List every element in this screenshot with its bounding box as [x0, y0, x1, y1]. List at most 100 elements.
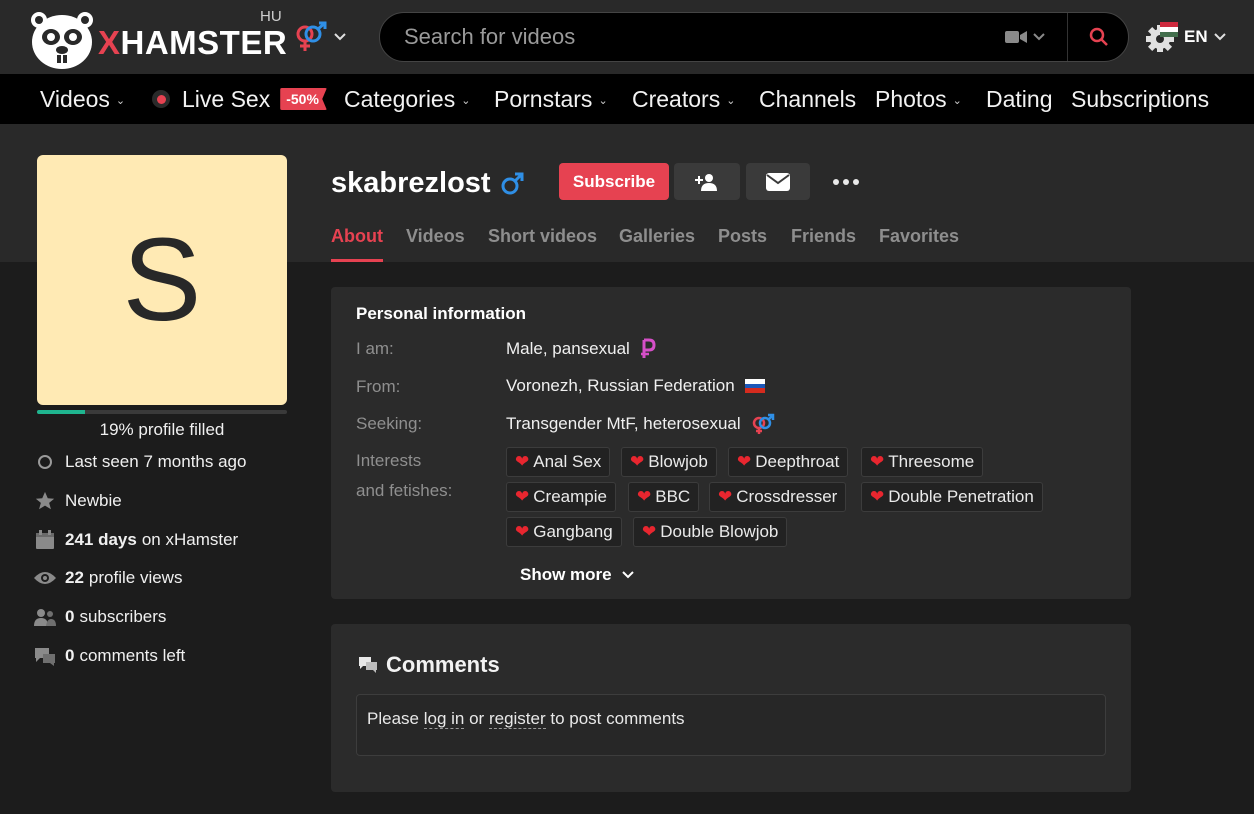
- heart-icon: ❤: [718, 487, 733, 506]
- tab-posts[interactable]: Posts: [718, 226, 767, 262]
- heart-icon: ❤: [870, 487, 885, 506]
- search-button[interactable]: [1080, 19, 1118, 55]
- add-user-icon: [695, 173, 717, 191]
- avatar-letter: S: [122, 214, 202, 346]
- heart-icon: ❤: [515, 452, 530, 471]
- chevron-down-icon: ⌄: [115, 95, 126, 107]
- seeking-value: Transgender MtF, heterosexual: [506, 413, 775, 435]
- chevron-down-icon: [1033, 33, 1045, 41]
- tab-videos[interactable]: Videos: [406, 226, 465, 262]
- language-label: EN: [1184, 27, 1208, 46]
- profile-progress-bar: [37, 410, 287, 414]
- language-settings[interactable]: EN: [1146, 22, 1228, 52]
- heart-icon: ❤: [515, 487, 530, 506]
- tab-galleries[interactable]: Galleries: [619, 226, 695, 262]
- hamster-logo-icon: [31, 12, 93, 69]
- profile-progress-label: 19% profile filled: [99, 420, 225, 439]
- comment-login-prompt: Please log in or register to post commen…: [356, 694, 1106, 756]
- site-logo[interactable]: XHAMSTER: [30, 10, 287, 69]
- video-camera-icon: [1005, 31, 1027, 43]
- nav-subscriptions[interactable]: Subscriptions: [1071, 84, 1209, 114]
- gender-symbol-icon: [752, 413, 774, 434]
- nav-dating-label: Dating: [986, 85, 1053, 112]
- stat-subscribers: 0 subscribers: [33, 605, 166, 629]
- interest-tag[interactable]: ❤ Blowjob: [621, 447, 717, 477]
- russia-flag-icon: [744, 379, 765, 393]
- add-friend-button[interactable]: [674, 163, 740, 200]
- search-icon: [1089, 27, 1108, 46]
- nav-videos-label: Videos: [40, 85, 110, 112]
- calendar-icon: [33, 528, 57, 552]
- interest-tag[interactable]: ❤ Creampie: [506, 482, 616, 512]
- interest-tag[interactable]: ❤ BBC: [628, 482, 700, 512]
- interest-tag[interactable]: ❤ Double Blowjob: [633, 517, 788, 547]
- search-type-selector[interactable]: [1005, 25, 1049, 49]
- comments-icon: [33, 644, 57, 668]
- more-options-button[interactable]: [826, 167, 866, 197]
- subscribe-button[interactable]: Subscribe: [559, 163, 669, 200]
- nav-channels[interactable]: Channels: [759, 84, 856, 114]
- comment-prompt-text: Please log in or register to post commen…: [367, 709, 685, 729]
- orientation-selector[interactable]: [292, 20, 354, 54]
- from-label: From:: [356, 377, 401, 396]
- comments-title: Comments: [358, 650, 500, 680]
- nav-live-sex[interactable]: Live Sex -50%: [152, 84, 327, 114]
- chevron-down-icon: ⌄: [461, 95, 471, 107]
- heart-icon: ❤: [870, 452, 885, 471]
- nav-pornstars[interactable]: Pornstars ⌄: [494, 84, 608, 114]
- heart-icon: ❤: [737, 452, 752, 471]
- heart-icon: ❤: [642, 522, 657, 541]
- offline-status-icon: [33, 450, 57, 474]
- interest-tag[interactable]: ❤ Double Penetration: [861, 482, 1043, 512]
- seeking-label: Seeking:: [356, 414, 423, 433]
- chevron-down-icon: ⌄: [952, 95, 962, 107]
- chevron-down-icon: ⌄: [598, 95, 608, 107]
- tab-about[interactable]: About: [331, 226, 383, 262]
- i-am-value: Male, pansexual: [506, 338, 656, 360]
- interest-tag[interactable]: ❤ Deepthroat: [728, 447, 849, 477]
- message-button[interactable]: [746, 163, 810, 200]
- search-input[interactable]: [404, 13, 984, 61]
- stat-views: 22 profile views: [33, 566, 182, 590]
- logo-wordmark: XHAMSTER: [98, 24, 288, 61]
- top-header: XHAMSTER HU Search for videos EN: [0, 0, 1254, 74]
- show-more-button[interactable]: Show more: [520, 563, 634, 587]
- search-divider: [1067, 13, 1068, 61]
- tab-short-videos[interactable]: Short videos: [488, 226, 597, 262]
- dot-icon: [853, 179, 859, 185]
- nav-channels-label: Channels: [759, 85, 857, 112]
- personal-info-title: Personal information: [356, 304, 527, 323]
- nav-categories[interactable]: Categories ⌄: [344, 84, 470, 114]
- interest-tag[interactable]: ❤ Threesome: [861, 447, 984, 477]
- tab-favorites[interactable]: Favorites: [879, 226, 959, 262]
- username-text: skabrezlost: [331, 166, 491, 199]
- stat-last-seen: Last seen 7 months ago: [33, 450, 246, 474]
- comments-card: Comments Please log in or register to po…: [331, 624, 1131, 792]
- heart-icon: ❤: [515, 522, 530, 541]
- nav-photos[interactable]: Photos ⌄: [875, 84, 962, 114]
- nav-dating[interactable]: Dating: [986, 84, 1052, 114]
- interest-tag[interactable]: ❤ Gangbang: [506, 517, 622, 547]
- dot-icon: [833, 179, 839, 185]
- register-link[interactable]: register: [488, 709, 546, 729]
- tab-friends[interactable]: Friends: [791, 226, 856, 262]
- interest-tag[interactable]: ❤ Crossdresser: [709, 482, 847, 512]
- star-icon: [33, 489, 57, 513]
- users-icon: [33, 605, 57, 629]
- login-link[interactable]: log in: [423, 709, 465, 729]
- chevron-down-icon: [334, 33, 346, 41]
- interest-tag[interactable]: ❤ Anal Sex: [506, 447, 611, 477]
- live-indicator-icon: [152, 90, 170, 108]
- dot-icon: [843, 179, 849, 185]
- avatar[interactable]: S: [37, 155, 287, 405]
- interests-label-line1: Interests: [356, 451, 422, 470]
- chevron-down-icon: [1213, 33, 1226, 41]
- nav-creators[interactable]: Creators ⌄: [632, 84, 735, 114]
- male-symbol-icon: [501, 172, 524, 195]
- profile-progress-fill: [37, 410, 85, 414]
- stat-days: 241 days on xHamster: [33, 528, 238, 552]
- chevron-down-icon: [621, 571, 634, 579]
- pansexual-symbol-icon: [640, 338, 656, 358]
- nav-videos[interactable]: Videos ⌄: [40, 84, 125, 114]
- profile-username: skabrezlost: [331, 165, 525, 201]
